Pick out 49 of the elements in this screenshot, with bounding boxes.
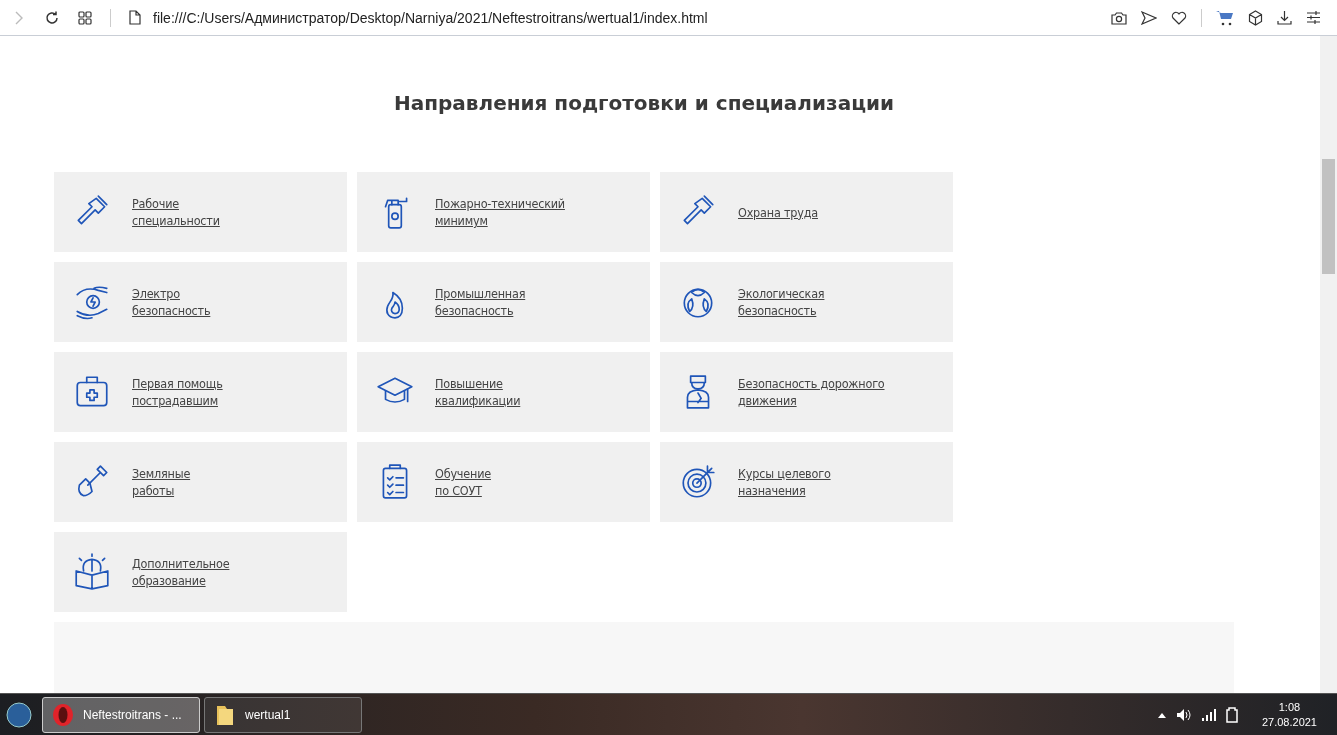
course-card[interactable]: Дополнительное образование <box>54 532 347 612</box>
course-link[interactable]: Рабочие специальности <box>132 195 220 229</box>
signal-icon[interactable] <box>1201 709 1216 721</box>
course-card[interactable]: Курсы целевого назначения <box>660 442 953 522</box>
course-card[interactable]: Экологическая безопасность <box>660 262 953 342</box>
course-link[interactable]: Обучение по СОУТ <box>435 465 491 499</box>
start-button[interactable] <box>6 702 32 728</box>
course-link[interactable]: Пожарно-технический минимум <box>435 195 565 229</box>
course-card[interactable]: Повышение квалификации <box>357 352 650 432</box>
address-field[interactable]: file:///C:/Users/Администратор/Desktop/Narniya/2021/Neftestroitrans/wertual1/index.html <box>153 9 708 26</box>
course-link[interactable]: Курсы целевого назначения <box>738 465 831 499</box>
heart-icon[interactable] <box>1171 10 1187 25</box>
course-card[interactable]: Электро безопасность <box>54 262 347 342</box>
course-card[interactable]: Первая помощь пострадавшим <box>54 352 347 432</box>
clock[interactable]: 1:08 27.08.2021 <box>1261 700 1317 730</box>
scrollbar-thumb[interactable] <box>1322 159 1335 274</box>
reload-icon[interactable] <box>44 9 60 26</box>
course-card[interactable]: Обучение по СОУТ <box>357 442 650 522</box>
camera-icon[interactable] <box>1111 10 1127 25</box>
settings-icon[interactable] <box>1306 11 1321 24</box>
taskbar-button[interactable]: wertual1 <box>204 697 362 733</box>
course-link[interactable]: Земляные работы <box>132 465 191 499</box>
tabs-grid-icon[interactable] <box>78 10 92 25</box>
send-icon[interactable] <box>1141 10 1157 25</box>
tray-arrow-icon[interactable] <box>1157 712 1166 718</box>
speaker-icon[interactable] <box>1175 708 1192 722</box>
course-card[interactable]: Пожарно-технический минимум <box>357 172 650 252</box>
course-link[interactable]: Первая помощь пострадавшим <box>132 375 223 409</box>
course-link[interactable]: Экологическая безопасность <box>738 285 825 319</box>
course-card[interactable]: Земляные работы <box>54 442 347 522</box>
taskbar-button[interactable]: Neftestroitrans - ... <box>42 697 200 733</box>
course-card[interactable]: Промышленная безопасность <box>357 262 650 342</box>
download-icon[interactable] <box>1277 10 1292 25</box>
cart-icon[interactable] <box>1216 9 1234 26</box>
cube-icon[interactable] <box>1248 9 1263 26</box>
scrollbar[interactable] <box>1320 36 1337 693</box>
course-link[interactable]: Промышленная безопасность <box>435 285 526 319</box>
course-link[interactable]: Электро безопасность <box>132 285 211 319</box>
course-link[interactable]: Охрана труда <box>738 203 818 221</box>
course-card[interactable]: Безопасность дорожного движения <box>660 352 953 432</box>
browser-logo-icon <box>51 703 75 727</box>
section-heading: Направления подготовки и специализации <box>393 91 895 117</box>
course-link[interactable]: Повышение квалификации <box>435 375 521 409</box>
battery-icon[interactable] <box>1225 707 1238 723</box>
course-link[interactable]: Безопасность дорожного движения <box>738 375 885 409</box>
course-card[interactable]: Охрана труда <box>660 172 953 252</box>
page-icon <box>129 10 141 25</box>
course-link[interactable]: Дополнительное образование <box>132 555 230 589</box>
course-card[interactable]: Рабочие специальности <box>54 172 347 252</box>
